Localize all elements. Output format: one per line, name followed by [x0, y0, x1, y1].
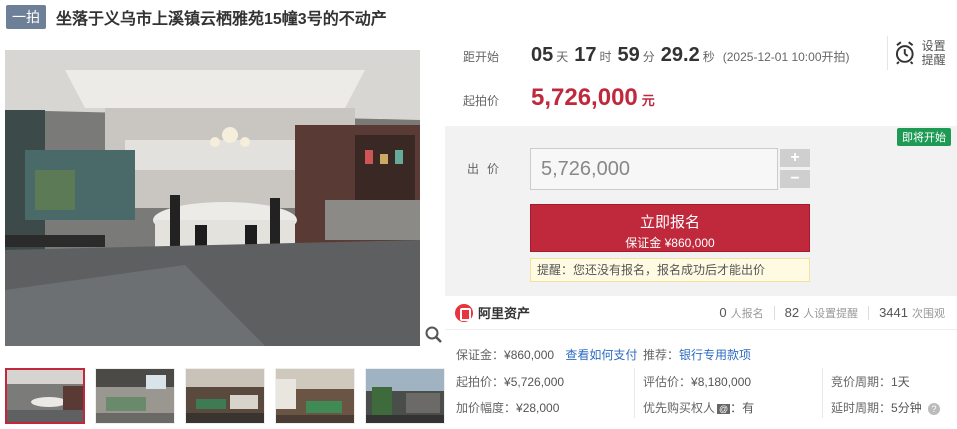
- bid-label: 出价: [467, 162, 508, 176]
- auction-start-time: (2025-12-01 10:00开拍): [722, 50, 850, 64]
- how-to-pay-link[interactable]: 查看如何支付: [565, 348, 637, 362]
- view-count: 3441: [879, 305, 908, 320]
- recommend-info: 推荐：银行专用款项: [643, 346, 751, 363]
- dining-room-photo: [5, 50, 420, 346]
- countdown-minutes: 59: [617, 44, 640, 66]
- thumbnail-strip: [5, 368, 445, 424]
- countdown: 距开始 05 天 17 时 59 分 29.2 秒 (2025-12-01 10…: [463, 44, 850, 67]
- increment-value: ¥28,000: [516, 401, 560, 415]
- countdown-days-unit: 天: [556, 50, 569, 64]
- priority-label: 优先购买权人: [643, 401, 716, 415]
- reminder-count: 82: [784, 305, 800, 320]
- divider: [634, 368, 635, 418]
- reminder-label: 设置 提醒: [921, 39, 946, 67]
- platform-stats-row: 阿里资产 0 人报名 82 人设置提醒 3441 次围观: [445, 296, 957, 330]
- main-property-photo[interactable]: [5, 50, 420, 346]
- bid-cycle-info: 竞价周期：1天: [831, 373, 910, 390]
- detail-start-label: 起拍价：: [456, 375, 505, 389]
- bid-panel: 即将开始 出价 + − 立即报名 保证金 ¥860,000 提醒：您还没有报名，…: [445, 126, 957, 296]
- thumbnail[interactable]: [365, 368, 445, 424]
- priority-buyer-info: 优先购买权人 @ ：有: [643, 399, 754, 416]
- countdown-hours-unit: 时: [599, 50, 612, 64]
- countdown-seconds-unit: 秒: [702, 50, 715, 64]
- increment-label: 加价幅度：: [456, 401, 517, 415]
- countdown-label: 距开始: [463, 50, 500, 64]
- countdown-seconds: 29.2: [660, 44, 700, 66]
- cycle-label: 竞价周期：: [831, 375, 892, 389]
- deposit-info: 保证金：¥860,000 查看如何支付: [456, 346, 637, 363]
- signup-count: 0: [719, 305, 727, 320]
- page-title: 坐落于义乌市上溪镇云栖雅苑15幢3号的不动产: [56, 11, 387, 28]
- status-badge: 即将开始: [897, 128, 951, 146]
- start-price-info: 起拍价：¥5,726,000: [456, 373, 564, 390]
- extend-label: 延时周期：: [831, 401, 892, 415]
- divider: [773, 305, 775, 320]
- increment-info: 加价幅度：¥28,000: [456, 399, 559, 416]
- appraisal-info: 评估价：¥8,180,000: [643, 373, 751, 390]
- increase-bid-button[interactable]: +: [780, 149, 810, 167]
- cycle-value: 1天: [891, 375, 910, 389]
- thumbnail[interactable]: [275, 368, 355, 424]
- thumbnail[interactable]: [5, 368, 85, 424]
- auction-timing-panel: 距开始 05 天 17 时 59 分 29.2 秒 (2025-12-01 10…: [445, 30, 957, 126]
- countdown-days: 05: [531, 44, 554, 66]
- view-count-label: 次围观: [912, 307, 945, 320]
- countdown-hours: 17: [574, 44, 597, 66]
- signup-deposit: 保证金 ¥860,000: [625, 236, 715, 250]
- priority-help-tag[interactable]: @: [717, 404, 731, 414]
- deposit-value: ¥860,000: [504, 348, 555, 362]
- bank-payment-link[interactable]: 银行专用款项: [679, 348, 751, 362]
- signup-label: 立即报名: [639, 214, 700, 231]
- reminder-count-label: 人设置提醒: [803, 307, 859, 320]
- decrease-bid-button[interactable]: −: [780, 170, 810, 188]
- bid-amount-input[interactable]: [530, 148, 778, 190]
- recommend-label: 推荐：: [643, 348, 680, 362]
- appraisal-value: ¥8,180,000: [691, 375, 752, 389]
- start-price-label: 起拍价: [463, 94, 500, 108]
- signup-count-label: 人报名: [730, 307, 764, 320]
- auction-stats: 0 人报名 82 人设置提醒 3441 次围观: [719, 305, 945, 321]
- deposit-label: 保证金：: [456, 348, 505, 362]
- thumbnail[interactable]: [185, 368, 265, 424]
- question-icon[interactable]: ?: [928, 403, 941, 415]
- title-row: 一拍 坐落于义乌市上溪镇云栖雅苑15幢3号的不动产: [6, 5, 387, 29]
- extend-value: 5分钟: [891, 401, 922, 415]
- platform-name: 阿里资产: [478, 306, 531, 321]
- platform-logo[interactable]: 阿里资产: [455, 303, 530, 322]
- priority-value: ：有: [730, 401, 755, 415]
- thumbnail[interactable]: [95, 368, 175, 424]
- countdown-minutes-unit: 分: [642, 50, 655, 64]
- detail-start-value: ¥5,726,000: [504, 375, 565, 389]
- appraisal-label: 评估价：: [643, 375, 692, 389]
- alarm-clock-icon: [895, 41, 914, 65]
- extension-info: 延时周期：5分钟 ?: [831, 399, 941, 416]
- start-price-value: 5,726,000: [531, 84, 638, 111]
- set-reminder-button[interactable]: 设置 提醒: [887, 36, 949, 70]
- start-price-unit: 元: [641, 93, 655, 108]
- signup-button[interactable]: 立即报名 保证金 ¥860,000: [530, 204, 810, 252]
- auction-round-tag: 一拍: [6, 5, 46, 29]
- signup-notice: 提醒：您还没有报名，报名成功后才能出价: [530, 258, 810, 282]
- ali-assets-icon: [455, 303, 473, 322]
- divider: [868, 305, 870, 320]
- start-price: 起拍价 5,726,000 元: [463, 84, 655, 112]
- divider: [822, 368, 823, 418]
- zoom-icon[interactable]: [424, 325, 444, 345]
